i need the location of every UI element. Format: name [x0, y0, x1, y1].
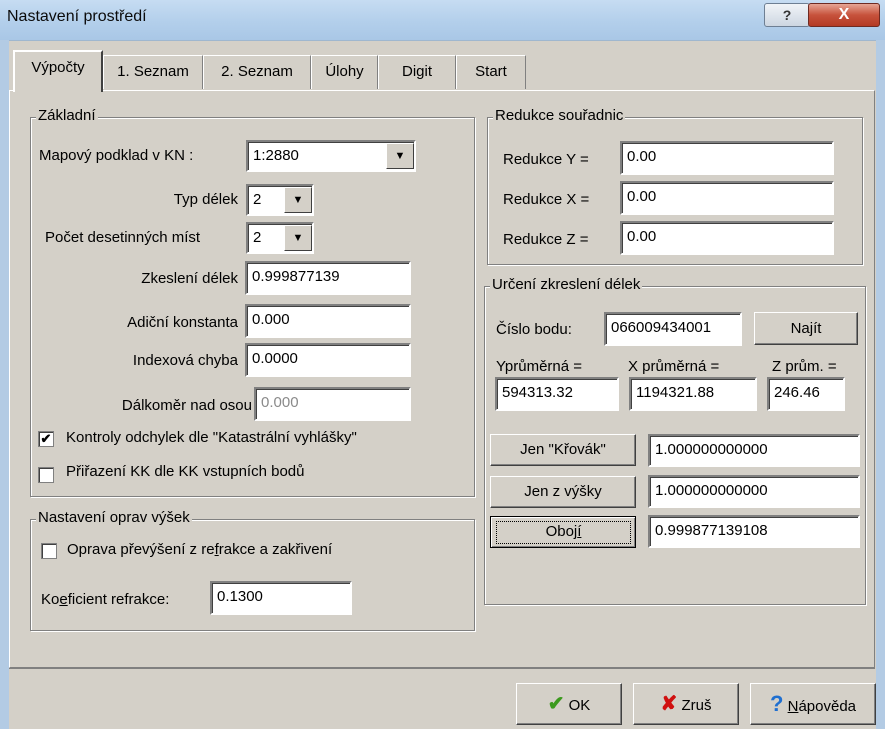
- z-prum-label: Z prům. =: [772, 358, 837, 375]
- prirazeni-label: Přiřazení KK dle KK vstupních bodů: [66, 463, 305, 480]
- tab-start[interactable]: Start: [456, 55, 526, 89]
- redukce-y-input[interactable]: 0.00: [620, 141, 834, 175]
- tab-seznam-1[interactable]: 1. Seznam: [103, 55, 203, 89]
- chevron-down-icon: ▼: [394, 150, 406, 162]
- jen-z-vysky-value[interactable]: 1.000000000000: [648, 475, 860, 508]
- jen-z-vysky-button[interactable]: Jen z výšky: [490, 476, 636, 508]
- najit-button[interactable]: Najít: [754, 312, 858, 345]
- redukce-x-label: Redukce X =: [503, 191, 590, 208]
- oboji-value[interactable]: 0.999877139108: [648, 515, 860, 548]
- z-prum-input[interactable]: 246.46: [767, 377, 845, 411]
- redukce-z-label: Redukce Z =: [503, 231, 589, 248]
- cancel-button[interactable]: ✘ Zruš: [633, 683, 739, 725]
- redukce-z-input[interactable]: 0.00: [620, 221, 834, 255]
- tab-vypocty[interactable]: Výpočty: [13, 50, 103, 92]
- koeficient-refrakce-input[interactable]: 0.1300: [210, 581, 352, 615]
- indexova-chyba-input[interactable]: 0.0000: [245, 343, 411, 377]
- pocet-desetinnych-dropdown-button[interactable]: ▼: [284, 225, 312, 251]
- help-footer-button[interactable]: ? Nápověda: [750, 683, 876, 725]
- x-prumerna-label: X průměrná =: [628, 358, 720, 375]
- close-button[interactable]: X: [808, 3, 880, 27]
- cislo-bodu-input[interactable]: 066009434001: [604, 312, 742, 346]
- typ-delek-dropdown-button[interactable]: ▼: [284, 187, 312, 213]
- question-icon: ?: [769, 691, 784, 716]
- group-opravy-title: Nastavení oprav výšek: [36, 509, 192, 527]
- zkesleni-delek-input[interactable]: 0.999877139: [245, 261, 411, 295]
- tab-ulohy[interactable]: Úlohy: [311, 55, 378, 89]
- adicni-konstanta-label: Adiční konstanta: [127, 314, 238, 331]
- checkmark-icon: ✔: [40, 431, 52, 446]
- jen-krovak-value[interactable]: 1.000000000000: [648, 434, 860, 467]
- footer-separator: [9, 668, 875, 669]
- kontroly-label: Kontroly odchylek dle "Katastrální vyhlá…: [66, 429, 357, 446]
- oprava-refrakce-label: Oprava převýšení z refrakce a zakřivení: [67, 541, 333, 558]
- indexova-chyba-label: Indexová chyba: [132, 352, 238, 369]
- chevron-down-icon: ▼: [292, 232, 304, 244]
- dalkomer-label: Dálkoměr nad osou: [121, 397, 252, 414]
- y-prumerna-label: Yprůměrná =: [496, 358, 583, 375]
- x-prumerna-input[interactable]: 1194321.88: [629, 377, 757, 411]
- help-label: Nápověda: [787, 698, 857, 715]
- redukce-x-input[interactable]: 0.00: [620, 181, 834, 215]
- ok-button[interactable]: ✔ OK: [516, 683, 622, 725]
- mapovy-podklad-label: Mapový podklad v KN :: [39, 147, 194, 164]
- tab-digit[interactable]: Digit: [378, 55, 456, 89]
- typ-delek-value: 2: [253, 191, 262, 208]
- group-urceni-title: Určení zkreslení délek: [490, 276, 643, 294]
- close-icon: X: [838, 6, 850, 23]
- oprava-refrakce-checkbox[interactable]: [41, 543, 57, 559]
- adicni-konstanta-input[interactable]: 0.000: [245, 304, 411, 338]
- cross-icon: ✘: [660, 693, 678, 715]
- dalkomer-input[interactable]: 0.000: [254, 387, 411, 421]
- oboji-button[interactable]: Obojí: [490, 516, 636, 548]
- jen-krovak-button[interactable]: Jen "Křovák": [490, 434, 636, 466]
- oboji-label: Obojí: [496, 521, 631, 544]
- help-button[interactable]: ?: [764, 3, 810, 27]
- prirazeni-checkbox[interactable]: [38, 467, 54, 483]
- group-zakladni-title: Základní: [36, 107, 98, 125]
- koeficient-refrakce-label: Koeficient refrakce:: [41, 591, 170, 608]
- kontroly-checkbox[interactable]: ✔: [38, 431, 54, 447]
- window-title: Nastavení prostředí: [7, 8, 147, 25]
- pocet-desetinnych-label: Počet desetinných míst: [45, 229, 201, 246]
- cislo-bodu-label: Číslo bodu:: [496, 321, 572, 338]
- mapovy-podklad-value: 1:2880: [253, 147, 299, 164]
- y-prumerna-input[interactable]: 594313.32: [495, 377, 619, 411]
- question-icon: ?: [782, 7, 792, 23]
- group-redukce-title: Redukce souřadnic: [493, 107, 626, 125]
- cancel-label: Zruš: [681, 697, 712, 714]
- mapovy-podklad-dropdown-button[interactable]: ▼: [386, 143, 414, 169]
- checkmark-icon: ✔: [547, 693, 565, 715]
- ok-label: OK: [568, 697, 591, 714]
- window-frame-right: [876, 40, 885, 729]
- chevron-down-icon: ▼: [292, 194, 304, 206]
- zkesleni-delek-label: Zkeslení délek: [141, 270, 238, 287]
- redukce-y-label: Redukce Y =: [503, 151, 589, 168]
- window-frame-left: [0, 40, 9, 729]
- tab-seznam-2[interactable]: 2. Seznam: [203, 55, 311, 89]
- pocet-desetinnych-value: 2: [253, 229, 262, 246]
- typ-delek-label: Typ délek: [173, 191, 238, 208]
